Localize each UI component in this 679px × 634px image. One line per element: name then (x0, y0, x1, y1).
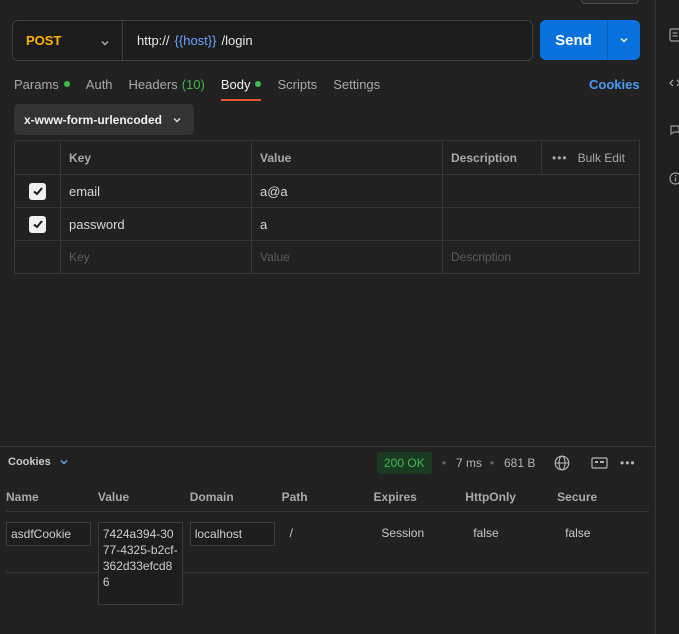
separator-dot: • (442, 456, 447, 470)
response-divider[interactable] (0, 446, 655, 447)
cookie-expires: Session (381, 526, 425, 540)
right-sidebar (655, 0, 679, 634)
check-icon (32, 187, 43, 196)
tab-auth-label: Auth (85, 76, 113, 92)
cookie-httponly: false (473, 526, 499, 540)
headers-count: (10) (181, 76, 205, 92)
value-field[interactable]: a (251, 208, 442, 240)
check-icon (32, 220, 43, 229)
response-size[interactable]: 681 B (504, 456, 535, 470)
body-type-select[interactable]: x-www-form-urlencoded (14, 104, 194, 135)
col-expires: Expires (373, 490, 417, 504)
row-check-cell (15, 208, 60, 240)
table-header-row: Key Value Description ••• Bulk Edit (15, 141, 639, 174)
cookie-domain[interactable]: localhost (189, 522, 275, 546)
row-check-cell (15, 241, 60, 273)
code-icon[interactable] (669, 77, 679, 91)
url-input[interactable]: http:// {{host}} /login (123, 33, 253, 48)
tab-scripts[interactable]: Scripts (277, 74, 317, 94)
cookie-value[interactable]: 7424a394-3077-4325-b2cf-362d33efcd86 (97, 522, 183, 605)
new-param-row: Key Value Description (15, 240, 639, 273)
row-checkbox[interactable] (29, 182, 46, 200)
cookie-path: / (289, 526, 293, 540)
key-field[interactable]: password (60, 208, 251, 240)
separator-dot: • (490, 456, 495, 470)
method-label: POST (26, 33, 62, 48)
row-check-cell (15, 175, 60, 207)
send-button-group: Send (540, 20, 640, 60)
col-secure: Secure (557, 490, 598, 504)
send-button[interactable]: Send (540, 20, 608, 60)
status-badge[interactable]: 200 OK (377, 452, 432, 474)
response-tab-label: Cookies (8, 456, 51, 468)
tab-settings-label: Settings (333, 76, 381, 92)
form-params-table: Key Value Description ••• Bulk Edit emai… (14, 140, 640, 274)
tab-params-label: Params (14, 76, 59, 92)
tab-headers[interactable]: Headers (10) (129, 74, 205, 94)
key-placeholder-field[interactable]: Key (60, 241, 251, 273)
response-time[interactable]: 7 ms (456, 456, 482, 470)
tab-auth[interactable]: Auth (86, 74, 113, 94)
table-row: asdfCookie 7424a394-3077-4325-b2cf-362d3… (6, 512, 649, 605)
col-value: Value (97, 490, 130, 504)
request-tabs: Params Auth Headers (10) Body Scripts Se… (14, 74, 396, 101)
url-prefix: http:// (137, 33, 170, 48)
row-checkbox[interactable] (29, 215, 46, 233)
info-icon[interactable] (669, 172, 679, 186)
chevron-down-icon (172, 114, 182, 128)
value-placeholder-field[interactable]: Value (251, 241, 442, 273)
tab-body[interactable]: Body (220, 74, 262, 101)
save-response-icon[interactable] (591, 456, 608, 473)
cookies-link[interactable]: Cookies (589, 77, 640, 92)
globe-icon[interactable] (554, 455, 570, 474)
url-variable[interactable]: {{host}} (175, 33, 217, 48)
top-toolbar-button[interactable] (581, 0, 639, 4)
body-type-label: x-www-form-urlencoded (24, 112, 163, 127)
description-placeholder-field[interactable]: Description (442, 241, 639, 273)
params-indicator-dot (63, 81, 70, 87)
tab-settings[interactable]: Settings (333, 74, 380, 94)
col-httponly: HttpOnly (465, 490, 516, 504)
comment-icon[interactable] (669, 124, 679, 138)
col-name: Name (6, 490, 39, 504)
description-field[interactable] (442, 208, 639, 240)
url-bar: POST http:// {{host}} /login (12, 20, 533, 61)
bulk-edit-label: Bulk Edit (577, 150, 625, 165)
description-field[interactable] (442, 175, 639, 207)
header-key: Key (60, 141, 251, 174)
chevron-down-icon (620, 38, 628, 43)
header-description: Description (442, 141, 541, 174)
table-row: password a (15, 207, 639, 240)
tab-scripts-label: Scripts (277, 76, 318, 92)
key-field[interactable]: email (60, 175, 251, 207)
more-options-icon[interactable]: ••• (620, 456, 636, 470)
docs-icon[interactable] (669, 28, 679, 42)
tab-body-label: Body (220, 76, 251, 92)
chevron-down-icon (60, 460, 68, 465)
method-select[interactable]: POST (13, 21, 123, 60)
cookies-header-row: Name Value Domain Path Expires HttpOnly … (6, 490, 649, 512)
cookies-table: Name Value Domain Path Expires HttpOnly … (6, 490, 649, 605)
value-field[interactable]: a@a (251, 175, 442, 207)
table-row: email a@a (15, 174, 639, 207)
body-indicator-dot (255, 81, 262, 87)
col-domain: Domain (189, 490, 234, 504)
tab-params[interactable]: Params (14, 74, 70, 94)
tab-headers-label: Headers (128, 76, 178, 92)
response-tab-select[interactable]: Cookies (8, 456, 69, 468)
col-path: Path (281, 490, 308, 504)
chevron-down-icon (100, 35, 110, 53)
cookie-name[interactable]: asdfCookie (6, 522, 91, 546)
url-path: /login (221, 33, 253, 48)
bulk-edit-button[interactable]: ••• Bulk Edit (541, 141, 639, 174)
more-icon: ••• (552, 150, 568, 165)
header-value: Value (251, 141, 442, 174)
header-check-cell (15, 141, 60, 174)
cookie-secure: false (565, 526, 591, 540)
send-options-button[interactable] (608, 20, 640, 60)
